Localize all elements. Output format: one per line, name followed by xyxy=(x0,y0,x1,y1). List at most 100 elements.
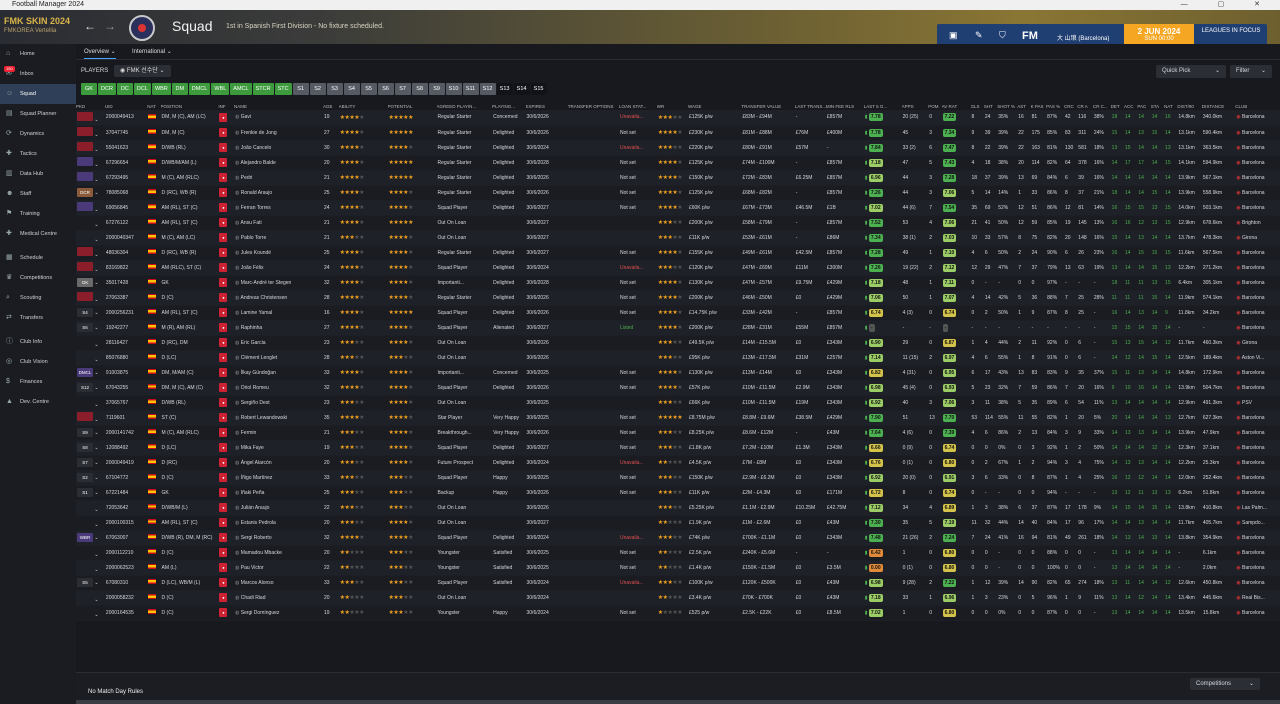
pick-slot[interactable] xyxy=(77,202,93,211)
position-filter-wbr[interactable]: WBR xyxy=(151,83,171,95)
pick-cell[interactable]: ⌄ xyxy=(76,560,105,576)
column-header[interactable]: LAST 5 G... xyxy=(864,102,902,110)
column-header[interactable]: APPS xyxy=(902,102,929,110)
column-header[interactable]: CR C... xyxy=(1093,102,1111,110)
sidebar-item-scouting[interactable]: ⌕ Scouting xyxy=(0,288,76,308)
table-row[interactable]: ⌄ 28116427 D (RC), DM ● ◍ Eric Garcia 23 ★★★★★… xyxy=(76,335,1280,351)
name-cell[interactable]: ◍ Oriol Romeu xyxy=(233,380,324,396)
club-cell[interactable]: ◉ Barcelona xyxy=(1235,185,1280,201)
club-cell[interactable]: ◉ Barcelona xyxy=(1235,530,1280,546)
column-header[interactable]: DET xyxy=(1111,102,1124,110)
name-cell[interactable]: ◍ Fermin xyxy=(233,425,324,441)
column-header[interactable]: ABILITY xyxy=(339,102,388,110)
competitions-dropdown[interactable]: Competitions ⌄ xyxy=(1190,678,1260,690)
pick-cell[interactable]: ⌄ xyxy=(76,155,105,171)
club-cell[interactable]: ◉ Barcelona xyxy=(1235,170,1280,186)
name-cell[interactable]: ◍ Julián Araujo xyxy=(233,500,324,516)
sidebar-item-staff[interactable]: ☻ Staff xyxy=(0,184,76,204)
table-row[interactable]: ⌄ 2000062523 AM (L) ● ◍ Pau Victor 22 ★★★★★ ★★★… xyxy=(76,560,1280,576)
pick-slot[interactable] xyxy=(77,111,93,121)
name-cell[interactable]: ◍ Sergi Domínguez xyxy=(233,605,324,621)
sidebar-item-dev-centre[interactable]: ▲ Dev. Centre xyxy=(0,392,76,412)
table-row[interactable]: S5 ⌄ 67080310 D (LC), WB/M (L) ● ◍ Marcos Al… xyxy=(76,575,1280,591)
sidebar-item-home[interactable]: ⌂ Home xyxy=(0,44,76,64)
name-cell[interactable]: ◍ Eric Garcia xyxy=(233,335,324,351)
name-cell[interactable]: ◍ Alejandro Balde xyxy=(233,155,324,171)
club-cell[interactable]: ◉ Barcelona xyxy=(1235,605,1280,621)
name-cell[interactable]: ◍ Ansu Fati xyxy=(233,215,324,231)
pick-slot[interactable] xyxy=(77,292,93,301)
name-cell[interactable]: ◍ Lamine Yamal xyxy=(233,305,324,321)
position-filter-s13[interactable]: S13 xyxy=(496,83,513,95)
pick-slot[interactable]: WBR xyxy=(77,533,93,542)
column-header[interactable]: STA xyxy=(1151,102,1164,110)
club-cell[interactable]: ◉ Barcelona xyxy=(1235,110,1280,126)
name-cell[interactable]: ◍ Marc-André ter Stegen xyxy=(233,275,324,291)
pick-slot[interactable] xyxy=(77,547,93,556)
pick-cell[interactable]: DMCL ⌄ xyxy=(76,365,105,381)
table-row[interactable]: S9 ⌄ 2000141742 M (C), AM (RLC) ● ◍ Fermin 21… xyxy=(76,425,1280,441)
name-cell[interactable]: ◍ Sergi Roberto xyxy=(233,530,324,546)
pick-slot[interactable] xyxy=(77,352,93,361)
table-row[interactable]: ⌄ 83169822 AM (RLC), ST (C) ● ◍ João Félix 24… xyxy=(76,260,1280,276)
table-row[interactable]: S4 ⌄ 2000256231 AM (RL), ST (C) ● ◍ Lamine Y… xyxy=(76,305,1280,321)
column-header[interactable]: SHOT % xyxy=(997,102,1017,110)
position-filter-s12[interactable]: S12 xyxy=(479,83,496,95)
column-header[interactable]: AGE xyxy=(323,102,339,110)
column-header[interactable]: PKD xyxy=(76,102,105,110)
table-row[interactable]: ⌄ 69056845 AM (RL), ST (C) ● ◍ Ferran Torres… xyxy=(76,200,1280,216)
sidebar-item-data-hub[interactable]: ▥ Data Hub xyxy=(0,164,76,184)
pick-cell[interactable]: ⌄ xyxy=(76,260,105,276)
pick-slot[interactable]: S8 xyxy=(77,443,93,452)
pick-slot[interactable]: S1 xyxy=(77,488,93,497)
pick-slot[interactable]: S6 xyxy=(77,323,93,332)
column-header[interactable]: LAST TRANS... xyxy=(795,102,826,110)
fm-logo[interactable]: FM xyxy=(1022,30,1038,42)
pick-slot[interactable]: S2 xyxy=(77,473,93,482)
position-filter-s11[interactable]: S11 xyxy=(462,83,479,95)
club-cell[interactable]: ◉ Real Bis... xyxy=(1235,590,1280,606)
name-cell[interactable]: ◍ Pedri xyxy=(233,170,324,186)
table-row[interactable]: ⌄ 37065767 D/WB (RL) ● ◍ Sergiño Dest 23 ★★★★★… xyxy=(76,395,1280,411)
table-row[interactable]: GK ⌄ 35017428 GK ● ◍ Marc-André ter Stegen 32… xyxy=(76,275,1280,291)
name-cell[interactable]: ◍ Sergiño Dest xyxy=(233,395,324,411)
column-header[interactable]: AV RAT xyxy=(942,102,971,110)
back-arrow-icon[interactable]: ← xyxy=(84,19,96,33)
club-cell[interactable]: ◉ Barcelona xyxy=(1235,470,1280,486)
club-cell[interactable]: ◉ Barcelona xyxy=(1235,155,1280,171)
sidebar-item-tactics[interactable]: ✚ Tactics xyxy=(0,144,76,164)
name-cell[interactable]: ◍ Jules Koundé xyxy=(233,245,324,261)
table-row[interactable]: ⌄ 2000164535 D (C) ● ◍ Sergi Domínguez 19 ★★★★… xyxy=(76,605,1280,621)
club-cell[interactable]: ◉ Barcelona xyxy=(1235,440,1280,456)
table-row[interactable]: S12 ⌄ 67043255 DM, M (C), AM (C) ● ◍ Oriol R… xyxy=(76,380,1280,396)
name-cell[interactable]: ◍ Ferran Torres xyxy=(233,200,324,216)
position-filter-dcl[interactable]: DCL xyxy=(133,83,151,95)
pick-cell[interactable]: ⌄ xyxy=(76,290,105,306)
pick-cell[interactable]: S6 ⌄ xyxy=(76,320,105,336)
column-header[interactable]: TRANSFER OPTIONS xyxy=(568,102,619,110)
club-cell[interactable]: ◉ Barcelona xyxy=(1235,560,1280,576)
name-cell[interactable]: ◍ Estanis Pedrola xyxy=(233,515,324,531)
table-row[interactable]: ⌄ 72053642 D/WB/M (L) ● ◍ Julián Araujo 22 ★★★… xyxy=(76,500,1280,516)
name-cell[interactable]: ◍ Robert Lewandowski xyxy=(233,410,324,426)
pick-slot[interactable] xyxy=(77,172,93,181)
position-filter-s3[interactable]: S3 xyxy=(326,83,343,95)
pick-slot[interactable] xyxy=(77,217,93,226)
column-header[interactable]: CLUB xyxy=(1235,102,1280,110)
sidebar-item-transfers[interactable]: ⇄ Transfers xyxy=(0,308,76,328)
position-filter-gk[interactable]: GK xyxy=(81,83,97,95)
position-filter-dc[interactable]: DC xyxy=(116,83,133,95)
tab-international[interactable]: International ⌄ xyxy=(132,48,172,55)
pick-cell[interactable]: ⌄ xyxy=(76,215,105,231)
name-cell[interactable]: ◍ Íñigo Martínez xyxy=(233,470,324,486)
pick-cell[interactable]: ⌄ xyxy=(76,200,105,216)
club-cell[interactable]: ◉ Barcelona xyxy=(1235,290,1280,306)
column-header[interactable]: ACC xyxy=(1124,102,1137,110)
pick-cell[interactable]: ⌄ xyxy=(76,410,105,426)
club-cell[interactable]: ◉ Girona xyxy=(1235,230,1280,246)
position-filter-s9[interactable]: S9 xyxy=(428,83,445,95)
table-row[interactable]: ⌄ 27063387 D (C) ● ◍ Andreas Christensen 28 ★★… xyxy=(76,290,1280,306)
column-header[interactable]: AST xyxy=(1017,102,1030,110)
name-cell[interactable]: ◍ Clément Lenglet xyxy=(233,350,324,366)
pick-slot[interactable] xyxy=(77,412,93,421)
